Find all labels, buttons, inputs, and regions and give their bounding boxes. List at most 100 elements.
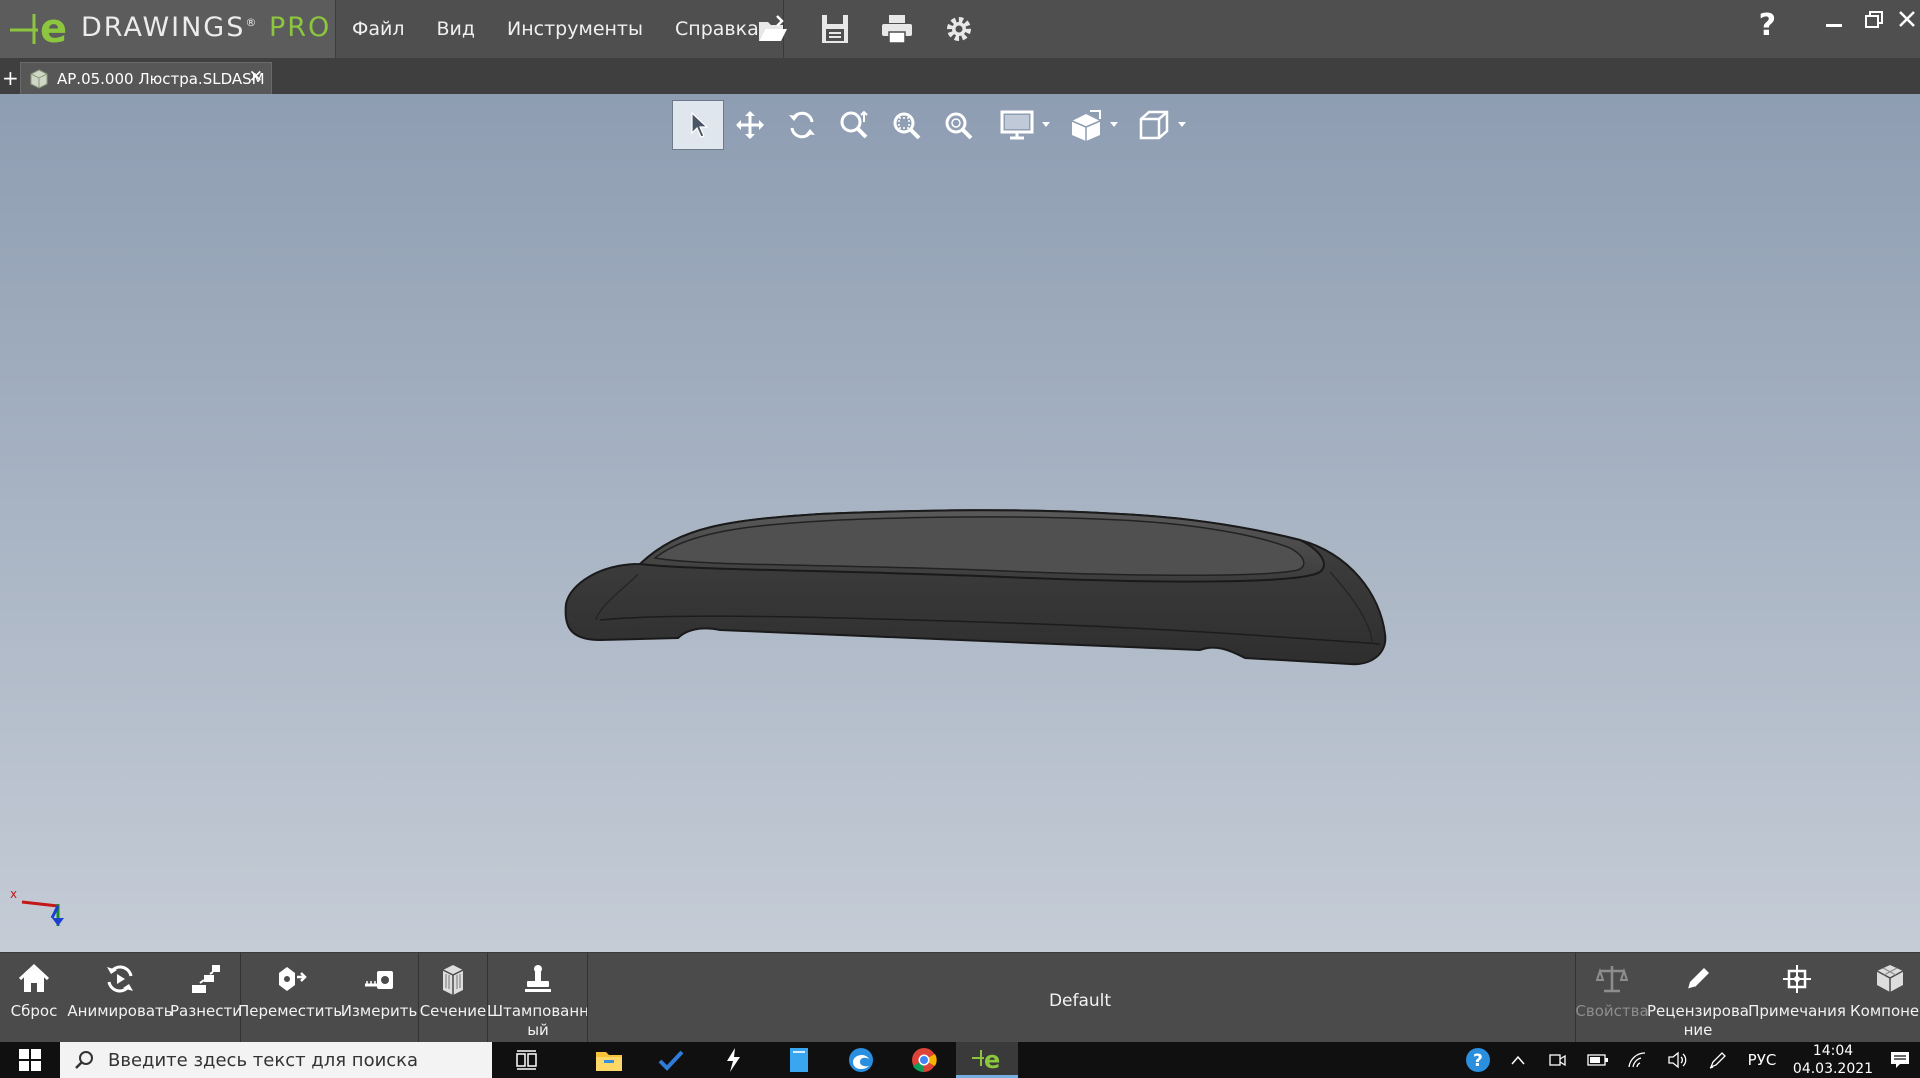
speaker-icon xyxy=(1668,1051,1687,1069)
edge-icon xyxy=(849,1048,873,1072)
move-button[interactable]: Переместить xyxy=(238,953,342,1043)
section-button[interactable]: Сечение xyxy=(419,953,487,1043)
title-bar: e DRAWINGS® PRO Файл Вид Инструменты Спр… xyxy=(0,0,1920,58)
settings-button[interactable] xyxy=(941,11,977,47)
chevron-up-icon xyxy=(1511,1055,1525,1065)
select-icon xyxy=(691,111,709,138)
pencil-icon xyxy=(1687,968,1709,990)
pan-icon xyxy=(736,111,764,139)
windows-taskbar: Введите здесь текст для поиска e ? РУС 1… xyxy=(0,1042,1920,1078)
explode-button[interactable]: Разнести xyxy=(170,953,242,1043)
edrawings-icon: e xyxy=(972,1046,1000,1072)
pan-tool-button[interactable] xyxy=(724,100,776,150)
start-button[interactable] xyxy=(0,1042,60,1078)
file-explorer-button[interactable] xyxy=(578,1042,640,1078)
svg-text:e: e xyxy=(40,8,67,48)
reset-button[interactable]: Сброс xyxy=(0,953,68,1043)
pen-icon xyxy=(1709,1052,1726,1069)
input-language-indicator[interactable]: РУС xyxy=(1738,1042,1786,1078)
new-tab-button[interactable]: + xyxy=(2,66,19,90)
notepad-button[interactable] xyxy=(768,1042,830,1078)
scales-icon xyxy=(1596,966,1628,993)
print-button[interactable] xyxy=(879,11,915,47)
gear-icon xyxy=(947,17,971,41)
properties-label: Свойства xyxy=(1575,1002,1649,1020)
zoom-area-icon xyxy=(893,112,921,140)
zoom-fit-tool-button[interactable] xyxy=(932,100,984,150)
zoom-tool-button[interactable] xyxy=(828,100,880,150)
brand-main: DRAWINGS xyxy=(81,12,246,43)
zoom-fit-icon xyxy=(945,112,973,140)
taskbar-app-button[interactable] xyxy=(702,1042,764,1078)
measure-button[interactable]: Измерить xyxy=(339,953,419,1043)
animate-button[interactable]: Анимировать xyxy=(67,953,173,1043)
pen-workspace-button[interactable] xyxy=(1698,1042,1738,1078)
properties-button[interactable]: Свойства xyxy=(1575,953,1649,1043)
menu-file[interactable]: Файл xyxy=(336,18,421,40)
save-button[interactable] xyxy=(817,11,853,47)
svg-text:?: ? xyxy=(1473,1051,1483,1071)
task-view-button[interactable] xyxy=(496,1042,558,1078)
network-indicator[interactable] xyxy=(1618,1042,1658,1078)
render-style-icon xyxy=(1071,110,1101,141)
animate-label: Анимировать xyxy=(67,1002,173,1020)
system-tray: ? РУС 14:04 04.03.2021 xyxy=(1458,1042,1920,1078)
display-style-dropdown[interactable] xyxy=(984,100,1052,150)
chrome-button[interactable] xyxy=(893,1042,955,1078)
select-tool-button[interactable] xyxy=(672,100,724,150)
print-icon xyxy=(882,15,912,44)
quick-access-toolbar xyxy=(755,0,977,58)
configuration-name[interactable]: Default xyxy=(1000,991,1160,1011)
section-label: Сечение xyxy=(419,1002,487,1020)
render-style-dropdown[interactable] xyxy=(1052,100,1120,150)
todo-app-button[interactable] xyxy=(640,1042,702,1078)
stamp-button[interactable]: Штампованн ый xyxy=(487,953,589,1043)
view-orientation-icon xyxy=(1139,110,1169,140)
zoom-area-tool-button[interactable] xyxy=(880,100,932,150)
volume-indicator[interactable] xyxy=(1658,1042,1698,1078)
tab-close-button[interactable]: ✕ xyxy=(249,67,263,87)
menu-tools[interactable]: Инструменты xyxy=(491,18,659,40)
todo-icon xyxy=(658,1050,684,1071)
task-view-icon xyxy=(516,1050,537,1070)
view-toolbar xyxy=(672,100,1188,150)
graphics-viewport[interactable]: x xyxy=(0,94,1920,952)
section-icon xyxy=(442,965,464,995)
document-tab[interactable]: АР.05.000 Люстра.SLDASM ✕ xyxy=(20,62,272,94)
help-button[interactable]: ? xyxy=(1759,8,1776,43)
minimize-button[interactable] xyxy=(1814,0,1854,40)
view-orientation-dropdown[interactable] xyxy=(1120,100,1188,150)
help-tray-button[interactable]: ? xyxy=(1458,1042,1498,1078)
taskbar-search-box[interactable]: Введите здесь текст для поиска xyxy=(60,1042,492,1078)
measure-label: Измерить xyxy=(340,1002,418,1020)
edge-button[interactable] xyxy=(830,1042,892,1078)
chrome-icon xyxy=(912,1048,937,1073)
taskbar-clock[interactable]: 14:04 04.03.2021 xyxy=(1786,1042,1880,1078)
stamp-icon xyxy=(525,965,551,992)
restore-button[interactable] xyxy=(1854,0,1894,40)
battery-indicator[interactable] xyxy=(1578,1042,1618,1078)
notifications-button[interactable] xyxy=(1880,1042,1920,1078)
camera-icon xyxy=(1549,1054,1566,1067)
display-icon xyxy=(1000,110,1034,140)
bottom-toolbar: Сброс Анимировать Разнести Переместить И… xyxy=(0,952,1920,1043)
review-label: Рецензирова ние xyxy=(1647,1002,1749,1039)
edrawings-taskbar-button[interactable]: e xyxy=(956,1042,1018,1078)
notes-button[interactable]: Примечания xyxy=(1748,953,1846,1043)
open-button[interactable] xyxy=(755,11,791,47)
app-logo: e DRAWINGS® PRO xyxy=(0,0,336,58)
close-window-button[interactable] xyxy=(1894,0,1920,40)
review-button[interactable]: Рецензирова ние xyxy=(1647,953,1749,1043)
components-button[interactable]: Компонен xyxy=(1846,953,1920,1043)
notes-label: Примечания xyxy=(1748,1002,1846,1020)
meet-now-button[interactable] xyxy=(1538,1042,1578,1078)
tab-label: АР.05.000 Люстра.SLDASM xyxy=(57,69,265,88)
explode-label: Разнести xyxy=(170,1002,242,1020)
3d-model-lampshade[interactable] xyxy=(560,444,1400,684)
app-icon xyxy=(727,1048,740,1072)
menu-view[interactable]: Вид xyxy=(421,18,492,40)
show-hidden-icons-button[interactable] xyxy=(1498,1042,1538,1078)
rotate-tool-button[interactable] xyxy=(776,100,828,150)
notes-icon xyxy=(1783,965,1811,993)
explode-icon xyxy=(192,965,220,993)
